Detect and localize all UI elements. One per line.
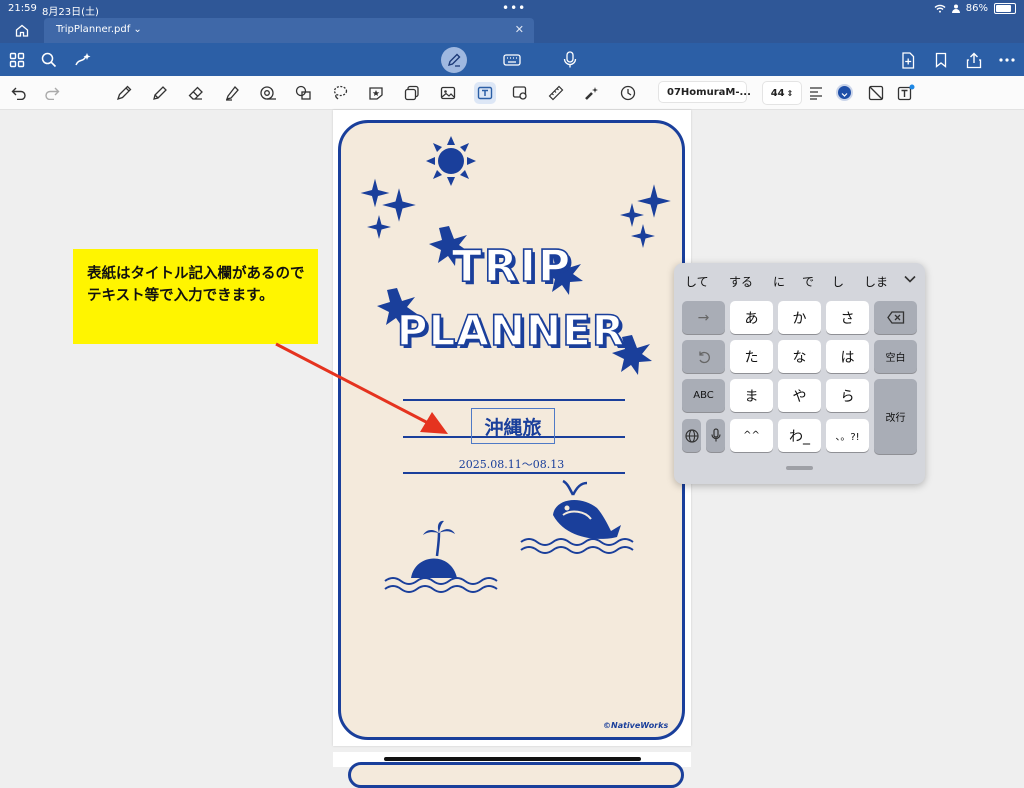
laser-pointer-icon[interactable] bbox=[582, 83, 602, 103]
globe-icon bbox=[684, 428, 699, 443]
battery-icon bbox=[994, 3, 1016, 14]
person-icon bbox=[951, 4, 960, 13]
arrow-key[interactable]: → bbox=[682, 301, 725, 334]
keyboard-icon[interactable] bbox=[502, 50, 522, 70]
key-punctuation[interactable]: 、。?! bbox=[826, 419, 869, 452]
wifi-icon bbox=[934, 4, 946, 13]
eraser-icon[interactable] bbox=[186, 83, 206, 103]
date-underline bbox=[403, 472, 625, 474]
candidate-bar: して する に で し しま bbox=[674, 263, 925, 299]
border-style-icon[interactable] bbox=[866, 83, 886, 103]
annotation-callout: 表紙はタイトル記入欄があるのでテキスト等で入力できます。 bbox=[73, 249, 318, 344]
key-wa[interactable]: わ_ bbox=[778, 419, 821, 452]
document-tab-title: TripPlanner.pdf ⌄ bbox=[56, 24, 142, 35]
text-tool-button[interactable] bbox=[474, 82, 496, 104]
document-tab[interactable]: TripPlanner.pdf ⌄ ✕ bbox=[44, 18, 534, 43]
close-tab-icon[interactable]: ✕ bbox=[515, 23, 524, 36]
key-ha[interactable]: は bbox=[826, 340, 869, 373]
font-selector[interactable]: 07HomuraM-... bbox=[658, 81, 751, 103]
trip-date-range: 2025.08.11〜08.13 bbox=[458, 458, 565, 471]
status-indicators: 86% bbox=[934, 3, 1016, 14]
abc-key[interactable]: ABC bbox=[682, 379, 725, 412]
pen-mode-button[interactable] bbox=[441, 47, 467, 73]
clock-icon[interactable] bbox=[618, 83, 638, 103]
main-toolbar bbox=[0, 43, 1024, 76]
callout-text: 表紙はタイトル記入欄があるのでテキスト等で入力できます。 bbox=[87, 266, 305, 304]
status-time: 21:59 bbox=[8, 3, 37, 14]
candidate-item[interactable]: する bbox=[729, 273, 753, 290]
camera-image-icon[interactable] bbox=[510, 83, 530, 103]
key-na[interactable]: な bbox=[778, 340, 821, 373]
undo-key[interactable] bbox=[682, 340, 725, 373]
next-page-card bbox=[348, 762, 684, 788]
key-ra[interactable]: ら bbox=[826, 379, 869, 412]
redo-icon[interactable] bbox=[42, 83, 62, 103]
add-page-icon[interactable] bbox=[898, 50, 918, 70]
ruler-icon[interactable] bbox=[546, 83, 566, 103]
space-key[interactable]: 空白 bbox=[874, 340, 917, 373]
chevron-down-icon[interactable] bbox=[902, 271, 918, 287]
key-ta[interactable]: た bbox=[730, 340, 773, 373]
sticker-icon[interactable] bbox=[366, 83, 386, 103]
image-icon[interactable] bbox=[438, 83, 458, 103]
red-arrow-icon bbox=[275, 342, 448, 434]
candidate-item[interactable]: で bbox=[802, 273, 814, 290]
grid-view-icon[interactable] bbox=[7, 50, 27, 70]
multitask-dots-icon[interactable]: ••• bbox=[502, 1, 526, 15]
candidate-item[interactable]: し bbox=[832, 273, 844, 290]
bookmark-icon[interactable] bbox=[931, 50, 951, 70]
tape-icon[interactable] bbox=[258, 83, 278, 103]
font-size-value: 44 bbox=[770, 87, 785, 99]
pencil-icon[interactable] bbox=[150, 83, 170, 103]
enter-key[interactable]: 改行 bbox=[874, 379, 917, 454]
text-style-icon[interactable] bbox=[896, 83, 916, 103]
dictation-key[interactable] bbox=[706, 419, 725, 452]
keyboard-drag-handle[interactable] bbox=[786, 466, 813, 470]
creator-credit: ©NativeWorks bbox=[603, 721, 669, 730]
align-left-icon[interactable] bbox=[806, 83, 826, 103]
text-box-icon bbox=[477, 86, 493, 100]
battery-percent: 86% bbox=[965, 3, 988, 14]
candidate-item[interactable]: して bbox=[685, 273, 709, 290]
chevron-updown-icon: ⇕ bbox=[786, 88, 794, 98]
ai-assist-icon[interactable] bbox=[73, 50, 93, 70]
backspace-icon bbox=[886, 311, 904, 324]
key-a[interactable]: あ bbox=[730, 301, 773, 334]
home-icon bbox=[15, 24, 29, 37]
floating-keyboard[interactable]: して する に で し しま → あ か さ た な は 空白 ABC ま や … bbox=[674, 263, 925, 484]
undo-icon bbox=[698, 351, 710, 363]
trip-title-textbox[interactable]: 沖縄旅 bbox=[471, 408, 555, 444]
microphone-pen-icon[interactable] bbox=[560, 50, 580, 70]
delete-key[interactable] bbox=[874, 301, 917, 334]
highlighter-icon[interactable] bbox=[222, 83, 242, 103]
text-color-swatch[interactable] bbox=[836, 84, 853, 101]
undo-icon[interactable] bbox=[9, 83, 29, 103]
home-indicator bbox=[384, 757, 641, 761]
key-sa[interactable]: さ bbox=[826, 301, 869, 334]
font-size-stepper[interactable]: 44 ⇕ bbox=[762, 81, 802, 105]
key-caret[interactable]: ^^ bbox=[730, 419, 773, 452]
search-icon[interactable] bbox=[39, 50, 59, 70]
candidate-item[interactable]: しま bbox=[864, 273, 892, 290]
shapes-icon[interactable] bbox=[294, 83, 314, 103]
pen-icon bbox=[447, 53, 461, 67]
more-options-icon[interactable] bbox=[997, 50, 1017, 70]
key-ma[interactable]: ま bbox=[730, 379, 773, 412]
home-tab-button[interactable] bbox=[0, 18, 44, 43]
share-icon[interactable] bbox=[964, 50, 984, 70]
key-ka[interactable]: か bbox=[778, 301, 821, 334]
key-ya[interactable]: や bbox=[778, 379, 821, 412]
drawing-toolbar: 07HomuraM-... 44 ⇕ bbox=[0, 76, 1024, 110]
svg-text:TRIP: TRIP bbox=[452, 241, 573, 292]
status-date: 8月23日(土) bbox=[42, 7, 99, 18]
globe-key[interactable] bbox=[682, 419, 701, 452]
fountain-pen-icon[interactable] bbox=[114, 83, 134, 103]
elements-icon[interactable] bbox=[402, 83, 422, 103]
microphone-icon bbox=[710, 428, 721, 442]
lasso-icon[interactable] bbox=[330, 83, 350, 103]
chevron-down-icon bbox=[841, 93, 848, 97]
candidate-item[interactable]: に bbox=[773, 273, 785, 290]
